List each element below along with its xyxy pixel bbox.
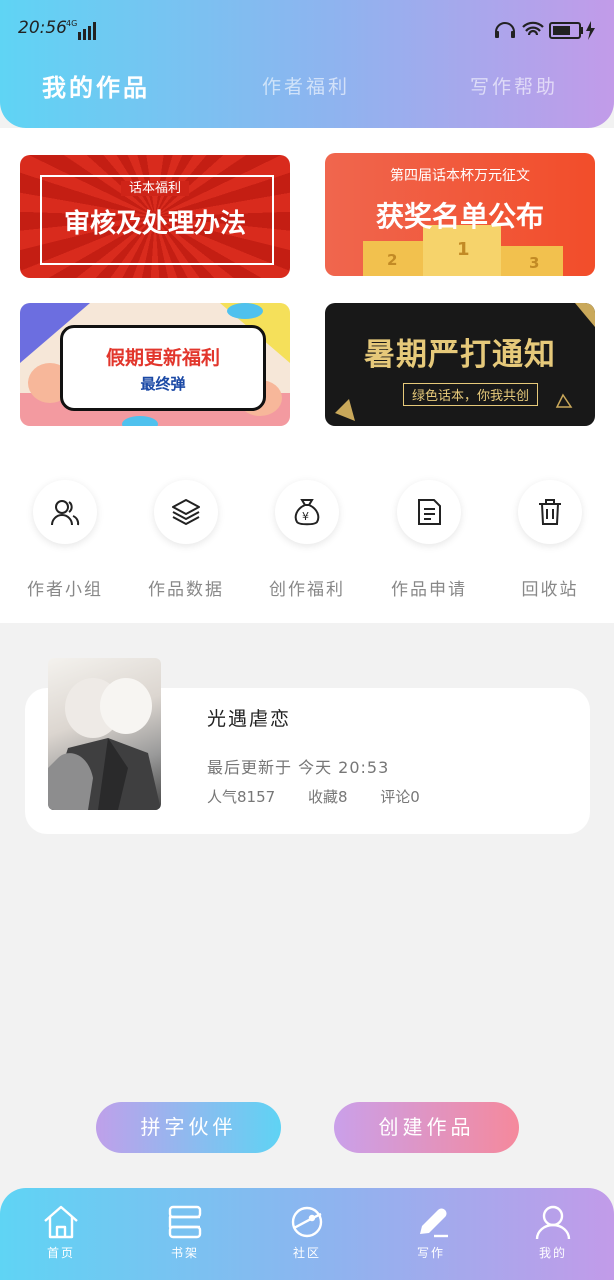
svg-text:¥: ¥ [302, 510, 309, 523]
banner-3-subtitle: 最终弹 [140, 375, 186, 393]
signal-icon: 4G [66, 19, 96, 40]
work-favorites: 收藏8 [307, 788, 348, 806]
nav-label-write: 写作 [416, 1246, 445, 1260]
recycle-bin-button[interactable] [518, 480, 582, 544]
money-bag-icon: ¥ [294, 499, 320, 526]
battery-icon [549, 21, 595, 40]
planet-icon [291, 1206, 323, 1238]
pen-icon [420, 1208, 448, 1238]
nav-label-home: 首页 [46, 1246, 75, 1260]
create-work-button[interactable]: 创建作品 [334, 1102, 519, 1153]
tool-label-recycle-bin: 回收站 [521, 580, 579, 600]
work-last-updated: 最后更新于 今天 20:53 [207, 758, 390, 777]
banner-holiday-benefits[interactable]: 假期更新福利 最终弹 [20, 303, 290, 426]
cover-illustration [48, 678, 161, 810]
writing-partner-button[interactable]: 拼字伙伴 [96, 1102, 281, 1153]
author-group-button[interactable] [33, 480, 97, 544]
users-icon [51, 500, 80, 526]
network-label: 4G [66, 19, 77, 28]
banner-1-title: 审核及处理办法 [63, 209, 246, 239]
work-title[interactable]: 光遇虐恋 [207, 704, 291, 731]
banner-2-tag: 第四届话本杯万元征文 [390, 168, 530, 184]
tool-label-work-application: 作品申请 [391, 580, 467, 600]
nav-label-bookshelf: 书架 [170, 1246, 199, 1260]
banner-1-tag: 话本福利 [120, 181, 189, 196]
work-application-button[interactable] [397, 480, 461, 544]
work-stats: 人气8157 收藏8 评论0 [207, 786, 448, 807]
nav-home[interactable]: 首页 [21, 1204, 101, 1261]
bottom-nav: 首页 书架 社区 写作 我的 [0, 1188, 614, 1280]
creation-benefits-button[interactable]: ¥ [275, 480, 339, 544]
banner-contest-results[interactable]: 2 1 3 第四届话本杯万元征文 获奖名单公布 [325, 153, 595, 276]
podium-label-3: 3 [529, 254, 539, 272]
work-cover-image[interactable] [48, 658, 161, 810]
tab-writing-help[interactable]: 写作帮助 [470, 72, 558, 99]
header-tabs: 我的作品 作者福利 写作帮助 [0, 60, 614, 120]
podium-label-1: 1 [457, 239, 470, 260]
banner-4-title: 暑期严打通知 [364, 337, 556, 373]
document-icon [418, 499, 441, 525]
nav-bookshelf[interactable]: 书架 [145, 1204, 225, 1261]
nav-label-community: 社区 [292, 1246, 321, 1260]
status-bar: 20:56 4G [0, 0, 614, 60]
tool-label-author-group: 作者小组 [27, 580, 103, 600]
headset-icon [495, 22, 515, 38]
banner-2-title: 获奖名单公布 [375, 200, 544, 233]
layers-icon [172, 499, 200, 525]
tool-label-work-data: 作品数据 [148, 580, 224, 600]
user-icon [535, 1205, 571, 1240]
nav-profile[interactable]: 我的 [513, 1204, 593, 1261]
nav-label-profile: 我的 [538, 1246, 567, 1260]
nav-write[interactable]: 写作 [391, 1204, 471, 1261]
tab-my-works[interactable]: 我的作品 [42, 68, 150, 103]
header: 20:56 4G 我的作品 作者福利 写作帮助 [0, 0, 614, 128]
home-icon [44, 1205, 78, 1239]
tab-author-benefits[interactable]: 作者福利 [262, 72, 350, 99]
tool-label-creation-benefits: 创作福利 [269, 580, 345, 600]
status-time: 20:56 [18, 18, 67, 38]
work-comments: 评论0 [380, 788, 420, 806]
trash-icon [539, 499, 561, 525]
work-popularity: 人气8157 [207, 788, 276, 806]
work-data-button[interactable] [154, 480, 218, 544]
nav-community[interactable]: 社区 [267, 1204, 347, 1261]
banner-summer-notice[interactable]: 暑期严打通知 绿色话本，你我共创 [325, 303, 595, 426]
status-icons [495, 21, 595, 40]
bookshelf-icon [168, 1205, 202, 1239]
podium-label-2: 2 [387, 251, 397, 269]
banner-3-title: 假期更新福利 [105, 347, 220, 369]
wifi-icon [522, 21, 544, 36]
banner-review-policy[interactable]: 话本福利 审核及处理办法 [20, 155, 290, 278]
banner-4-subtitle: 绿色话本，你我共创 [403, 383, 539, 406]
